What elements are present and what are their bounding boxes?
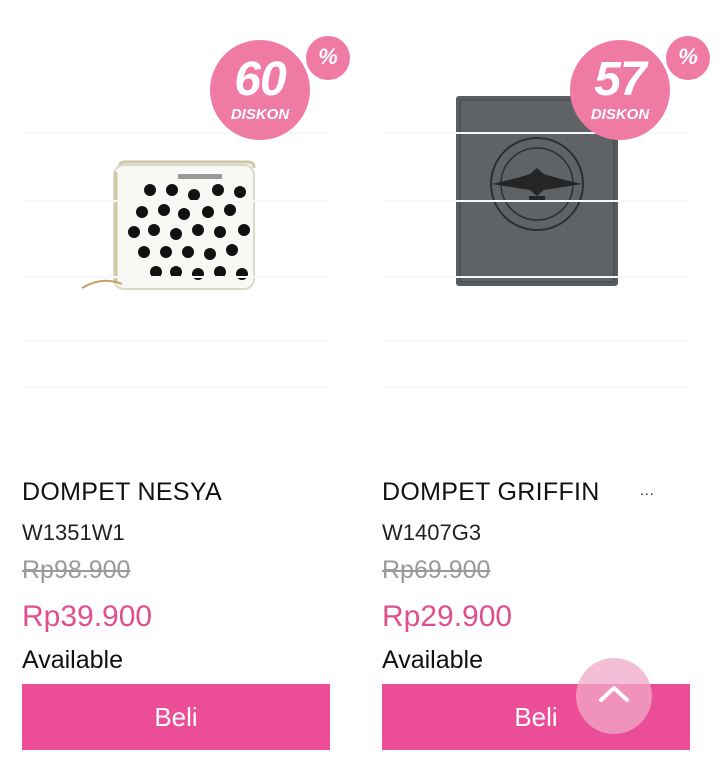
availability-status: Available: [22, 646, 124, 674]
product-name[interactable]: DOMPET GRIFFIN: [382, 478, 600, 507]
discount-label: DISKON: [230, 106, 290, 123]
discount-label: DISKON: [590, 106, 650, 123]
scroll-to-top-button[interactable]: [576, 658, 652, 734]
discount-value: 57: [594, 53, 646, 106]
buy-button[interactable]: Beli: [22, 684, 330, 750]
availability-status: Available: [382, 646, 484, 674]
percent-badge: %: [306, 36, 350, 80]
sale-price: Rp39.900: [22, 600, 153, 633]
product-name[interactable]: DOMPET NESYA: [22, 478, 222, 507]
sale-price: Rp29.900: [382, 600, 513, 633]
discount-value: 60: [234, 53, 286, 106]
discount-badge: 60 DISKON: [210, 40, 310, 140]
product-card[interactable]: 60 DISKON % DOMPET NESYA W1351W1 Rp98.90…: [22, 0, 350, 780]
product-sku: W1407G3: [382, 520, 482, 545]
discount-badge: 57 DISKON: [570, 40, 670, 140]
product-card[interactable]: 57 DISKON % DOMPET GRIFFIN ... W1407G3 R…: [382, 0, 710, 780]
original-price: Rp69.900: [382, 556, 491, 584]
chevron-up-icon: [599, 686, 629, 702]
product-sku: W1351W1: [22, 520, 125, 545]
percent-badge: %: [666, 36, 710, 80]
more-ellipsis: ...: [640, 482, 655, 498]
original-price: Rp98.900: [22, 556, 131, 584]
